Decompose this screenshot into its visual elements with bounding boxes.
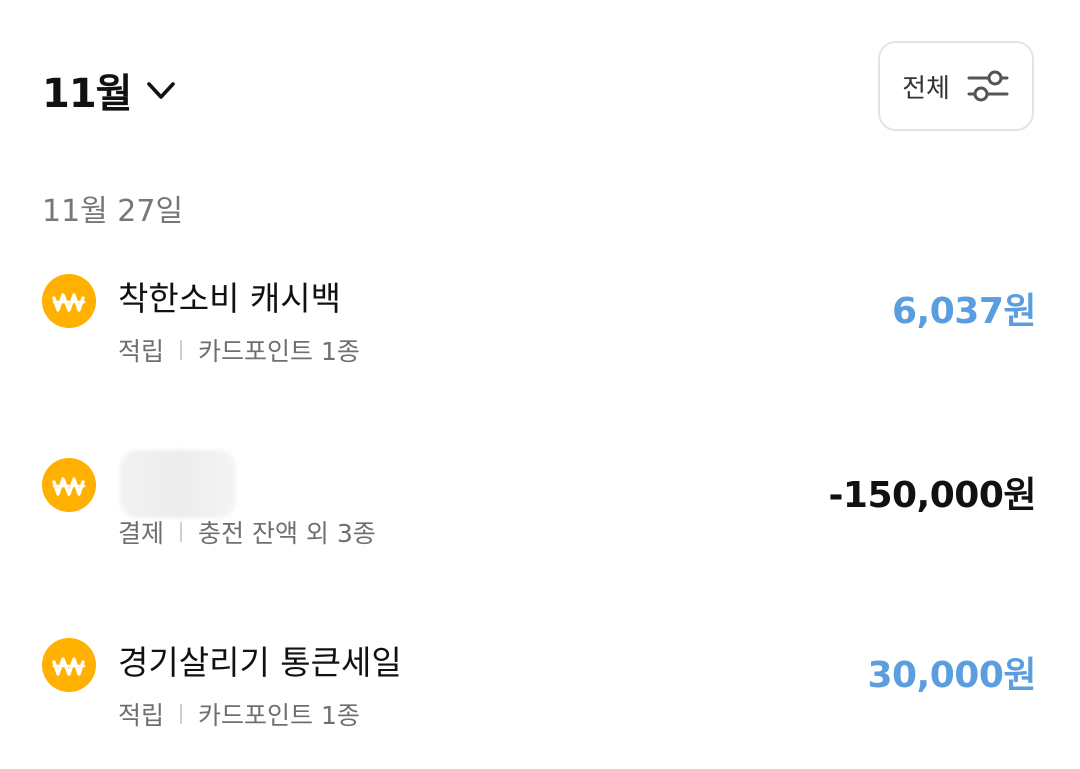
transaction-amount: 30,000원 [867, 655, 1036, 696]
transaction-detail: 카드포인트 1종 [198, 337, 360, 366]
transaction-title: 경기살리기 통큰세일 [118, 643, 402, 682]
transaction-amount: 6,037원 [892, 291, 1037, 332]
month-selector[interactable]: 11월 [42, 62, 179, 118]
date-group-label: 11월 27일 [42, 194, 184, 229]
month-label: 11월 [42, 71, 132, 117]
transaction-title: 착한소비 캐시백 [118, 279, 342, 318]
transaction-amount: -150,000원 [828, 475, 1036, 516]
won-coin-icon [42, 458, 96, 512]
filter-button[interactable]: 전체 [878, 41, 1034, 131]
transaction-item[interactable]: 경기살리기 통큰세일 적립 카드포인트 1종 30,000원 [0, 628, 1080, 738]
chevron-down-icon [143, 72, 179, 108]
transaction-meta: 적립 카드포인트 1종 [118, 696, 360, 732]
filter-label: 전체 [902, 73, 950, 104]
transaction-type: 적립 [118, 337, 165, 366]
transaction-type: 적립 [118, 701, 165, 730]
transaction-meta: 적립 카드포인트 1종 [118, 332, 360, 368]
won-coin-icon [42, 274, 96, 328]
filter-sliders-icon [966, 66, 1010, 106]
transaction-item[interactable]: 착한소비 캐시백 적립 카드포인트 1종 6,037원 [0, 262, 1080, 372]
separator [180, 704, 183, 724]
transaction-detail: 충전 잔액 외 3종 [198, 519, 376, 548]
redacted-title-mask [120, 450, 236, 518]
separator [180, 340, 183, 360]
separator [180, 522, 183, 542]
transaction-detail: 카드포인트 1종 [198, 701, 360, 730]
won-coin-icon [42, 638, 96, 692]
top-bar: 11월 전체 [0, 0, 1080, 160]
transaction-type: 결제 [118, 519, 165, 548]
transaction-meta: 결제 충전 잔액 외 3종 [118, 514, 376, 550]
